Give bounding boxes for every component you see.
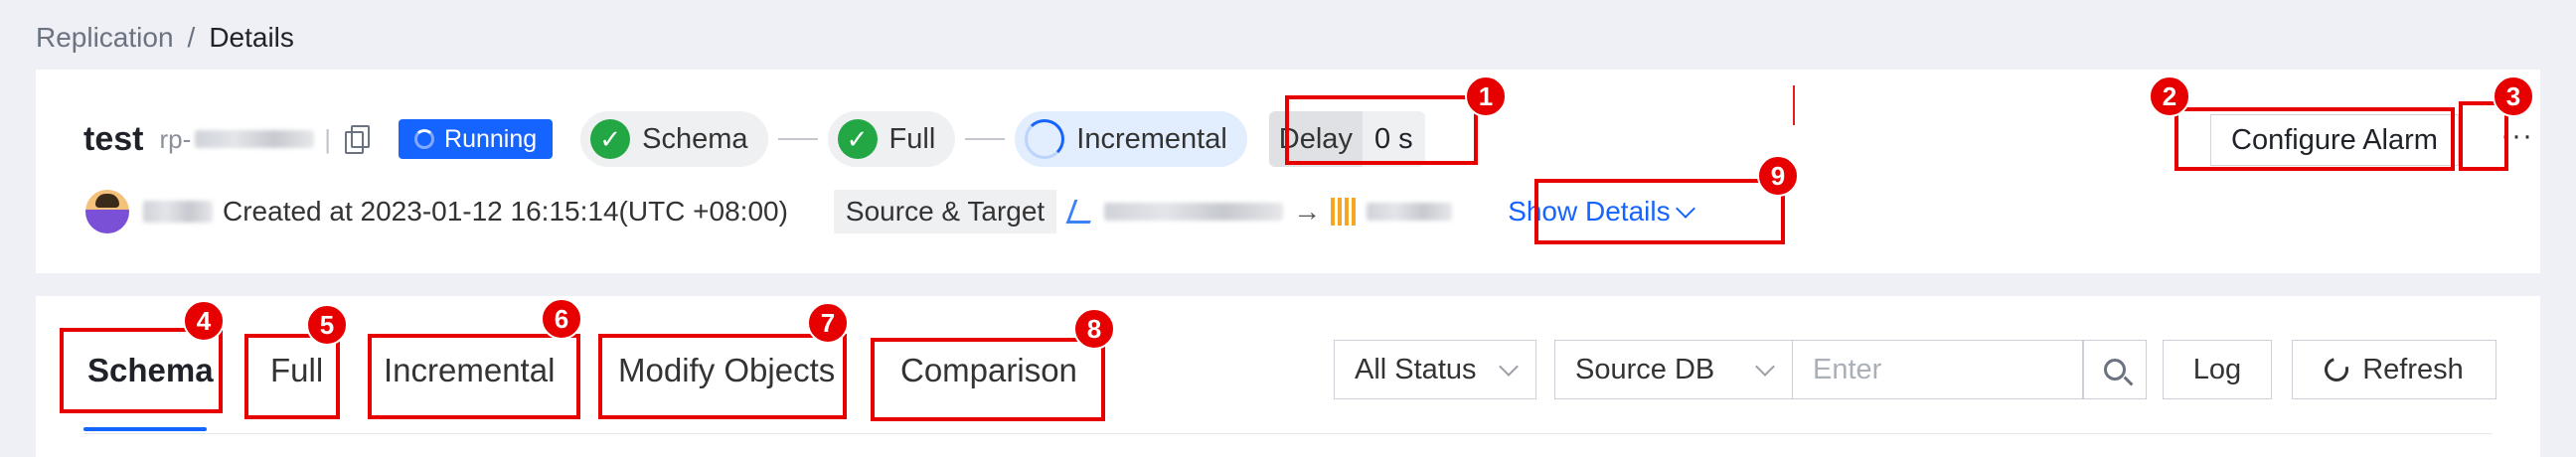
stage-incremental-label: Incremental — [1076, 122, 1227, 155]
task-id-redacted — [195, 130, 315, 148]
breadcrumb-separator: / — [187, 22, 196, 53]
created-time: Created at 2023-01-12 16:15:14(UTC +08:0… — [223, 196, 788, 227]
refresh-icon — [2320, 353, 2353, 386]
task-id: rp- | — [159, 124, 331, 155]
db-filter-value: Source DB — [1575, 353, 1715, 385]
loading-spinner-icon — [414, 129, 435, 149]
arrow-right-icon: → — [1293, 196, 1322, 227]
status-filter-value: All Status — [1355, 353, 1477, 385]
status-label: Running — [444, 124, 538, 153]
source-db-icon — [1065, 200, 1099, 224]
source-name-redacted — [1104, 203, 1284, 221]
task-id-prefix: rp- — [159, 123, 192, 154]
refresh-button[interactable]: Refresh — [2292, 340, 2496, 399]
log-button[interactable]: Log — [2163, 340, 2272, 399]
task-header-row: test rp- | Running ✓ Schema ✓ Full Incre… — [83, 111, 1425, 167]
target-db-icon — [1331, 198, 1358, 226]
task-meta-row: Created at 2023-01-12 16:15:14(UTC +08:0… — [85, 189, 1695, 234]
check-icon: ✓ — [837, 119, 878, 159]
marker-9: 9 — [1757, 155, 1799, 197]
marker-7: 7 — [807, 302, 849, 344]
tab-divider — [83, 433, 2493, 434]
breadcrumb-current: Details — [209, 22, 294, 53]
marker-8: 8 — [1073, 308, 1115, 350]
stage-schema-label: Schema — [642, 122, 748, 155]
stage-full-label: Full — [888, 122, 936, 155]
annotation-box-tab-full — [244, 334, 340, 419]
cursor-marker — [1793, 85, 1795, 125]
task-name: test — [83, 119, 144, 158]
avatar — [85, 190, 129, 233]
annotation-box-delay — [1285, 95, 1478, 165]
stage-connector — [965, 138, 1006, 140]
source-target-label: Source & Target — [833, 190, 1057, 233]
breadcrumb-replication-link[interactable]: Replication — [36, 22, 174, 54]
status-badge: Running — [399, 119, 554, 159]
annotation-box-tab-comparison — [871, 338, 1105, 421]
copy-icon[interactable] — [345, 125, 371, 154]
breadcrumb: Replication / Details — [36, 22, 294, 54]
marker-5: 5 — [306, 304, 348, 346]
annotation-box-show-details — [1534, 179, 1785, 244]
chevron-down-icon — [1755, 357, 1775, 377]
progress-ring-icon — [1025, 119, 1065, 159]
search-icon — [2104, 359, 2126, 381]
marker-1: 1 — [1465, 76, 1507, 117]
task-id-divider: | — [324, 123, 332, 154]
target-name-redacted — [1367, 203, 1453, 221]
creator-name-redacted — [143, 201, 213, 223]
source-target-connection: → — [1065, 196, 1453, 228]
refresh-label: Refresh — [2362, 353, 2464, 385]
active-tab-indicator — [83, 427, 207, 431]
annotation-box-tab-modify-objects — [598, 334, 847, 419]
marker-2: 2 — [2149, 76, 2190, 117]
search-button[interactable] — [2083, 340, 2147, 399]
stage-full: ✓ Full — [827, 111, 956, 167]
status-filter-select[interactable]: All Status — [1334, 340, 1536, 399]
stage-schema: ✓ Schema — [580, 111, 768, 167]
annotation-box-tab-incremental — [368, 334, 580, 419]
marker-3: 3 — [2493, 76, 2534, 117]
marker-6: 6 — [541, 298, 582, 340]
chevron-down-icon — [1499, 357, 1519, 377]
annotation-box-configure-alarm — [2174, 107, 2455, 171]
stage-incremental: Incremental — [1015, 111, 1247, 167]
db-filter-select[interactable]: Source DB — [1554, 340, 1793, 399]
check-icon: ✓ — [590, 119, 631, 159]
search-input[interactable]: Enter — [1793, 340, 2083, 399]
marker-4: 4 — [183, 300, 225, 342]
stage-connector — [777, 138, 818, 140]
